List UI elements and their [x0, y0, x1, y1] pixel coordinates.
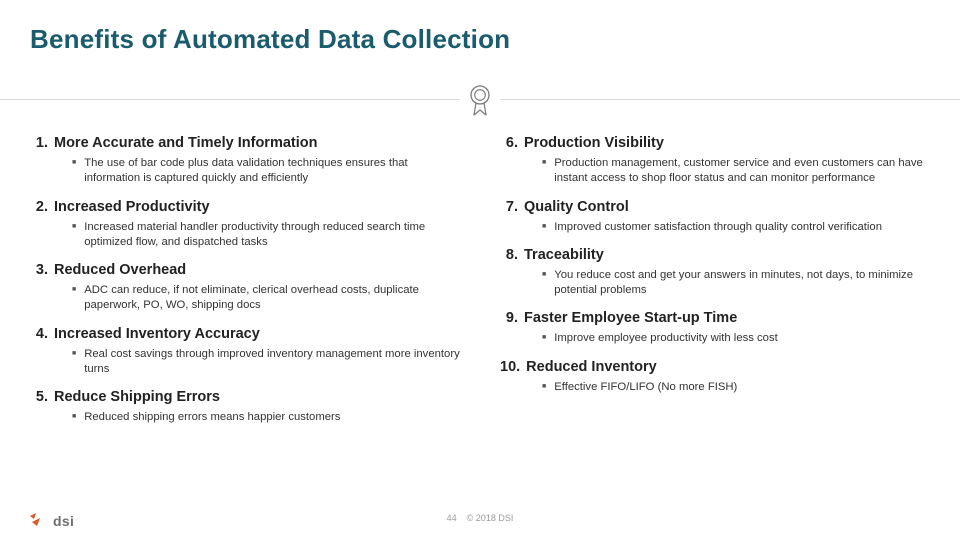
item-sub: Improve employee productivity with less … — [554, 331, 778, 346]
item-heading: Production Visibility — [524, 135, 664, 151]
logo-mark-icon — [28, 512, 48, 530]
list-item: 7. Quality Control ■ Improved customer sat… — [500, 199, 930, 235]
item-heading: Reduce Shipping Errors — [54, 389, 220, 405]
left-column: 1. More Accurate and Timely Information ■… — [30, 135, 460, 437]
item-number: 8. — [500, 247, 518, 263]
bullet-icon: ■ — [542, 380, 546, 395]
bullet-icon: ■ — [72, 283, 76, 314]
list-item: 8. Traceability ■ You reduce cost and get … — [500, 247, 930, 299]
list-item: 2. Increased Productivity ■ Increased mate… — [30, 199, 460, 251]
content-columns: 1. More Accurate and Timely Information ■… — [30, 135, 930, 437]
page-title: Benefits of Automated Data Collection — [30, 24, 930, 55]
item-heading: More Accurate and Timely Information — [54, 135, 317, 151]
item-heading: Traceability — [524, 247, 604, 263]
item-number: 4. — [30, 326, 48, 342]
list-item: 3. Reduced Overhead ■ ADC can reduce, if n… — [30, 262, 460, 314]
logo: dsi — [28, 512, 74, 530]
bullet-icon: ■ — [542, 220, 546, 235]
item-sub: Production management, customer service … — [554, 156, 930, 187]
right-column: 6. Production Visibility ■ Production mana… — [500, 135, 930, 437]
bullet-icon: ■ — [72, 220, 76, 251]
list-item: 9. Faster Employee Start-up Time ■ Improve… — [500, 310, 930, 346]
page-number: 44 — [447, 513, 457, 523]
item-sub: The use of bar code plus data validation… — [84, 156, 460, 187]
item-heading: Quality Control — [524, 199, 629, 215]
bullet-icon: ■ — [72, 156, 76, 187]
item-number: 10. — [500, 359, 520, 375]
item-heading: Reduced Inventory — [526, 359, 657, 375]
item-number: 1. — [30, 135, 48, 151]
bullet-icon: ■ — [542, 156, 546, 187]
item-number: 2. — [30, 199, 48, 215]
logo-text: dsi — [53, 513, 74, 529]
item-sub: Increased material handler productivity … — [84, 220, 460, 251]
item-number: 7. — [500, 199, 518, 215]
bullet-icon: ■ — [542, 331, 546, 346]
list-item: 5. Reduce Shipping Errors ■ Reduced shippi… — [30, 389, 460, 425]
item-number: 6. — [500, 135, 518, 151]
item-sub: Real cost savings through improved inven… — [84, 347, 460, 378]
item-number: 3. — [30, 262, 48, 278]
item-heading: Increased Productivity — [54, 199, 210, 215]
item-sub: Improved customer satisfaction through q… — [554, 220, 882, 235]
item-heading: Reduced Overhead — [54, 262, 186, 278]
bullet-icon: ■ — [72, 347, 76, 378]
item-number: 9. — [500, 310, 518, 326]
copyright: © 2018 DSI — [467, 513, 514, 523]
item-sub: Reduced shipping errors means happier cu… — [84, 410, 340, 425]
slide: Benefits of Automated Data Collection 1.… — [0, 0, 960, 540]
bullet-icon: ■ — [542, 268, 546, 299]
divider-row — [30, 81, 930, 121]
page-info: 44 © 2018 DSI — [447, 513, 514, 523]
item-sub: You reduce cost and get your answers in … — [554, 268, 930, 299]
list-item: 1. More Accurate and Timely Information ■… — [30, 135, 460, 187]
item-sub: ADC can reduce, if not eliminate, cleric… — [84, 283, 460, 314]
item-number: 5. — [30, 389, 48, 405]
bullet-icon: ■ — [72, 410, 76, 425]
list-item: 6. Production Visibility ■ Production mana… — [500, 135, 930, 187]
item-sub: Effective FIFO/LIFO (No more FISH) — [554, 380, 737, 395]
award-ribbon-icon — [460, 81, 500, 121]
list-item: 10. Reduced Inventory ■ Effective FIFO/LIF… — [500, 359, 930, 395]
item-heading: Increased Inventory Accuracy — [54, 326, 260, 342]
footer: dsi 44 © 2018 DSI — [0, 506, 960, 530]
list-item: 4. Increased Inventory Accuracy ■ Real cos… — [30, 326, 460, 378]
item-heading: Faster Employee Start-up Time — [524, 310, 737, 326]
